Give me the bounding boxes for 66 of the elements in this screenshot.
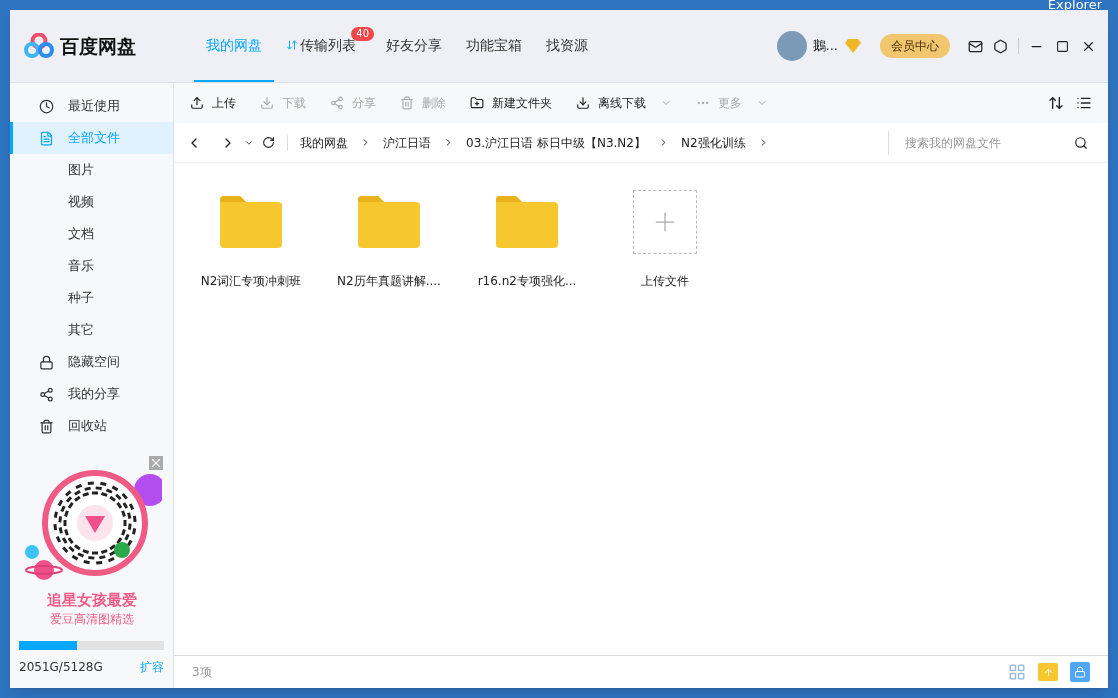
sidebar-item-icon [39, 354, 54, 370]
sidebar-item[interactable]: 最近使用 [10, 90, 173, 122]
sidebar-item-icon [39, 98, 54, 114]
item-count: 3项 [192, 664, 212, 681]
toolbar-icon [400, 96, 414, 110]
toolbar-button[interactable]: 新建文件夹 [470, 94, 552, 112]
search-field[interactable]: 搜索我的网盘文件 [905, 133, 1074, 152]
count-badge: 40 [351, 27, 374, 41]
settings-icon[interactable] [993, 38, 1008, 54]
user-avatar[interactable] [776, 31, 807, 61]
toolbar-icon [260, 96, 274, 110]
folder-icon [358, 196, 420, 248]
search-icon[interactable] [1074, 135, 1088, 150]
transfer-icon [286, 39, 298, 51]
mail-icon[interactable] [968, 38, 983, 54]
breadcrumb-link[interactable]: 沪江日语 [383, 133, 431, 152]
sidebar-item-icon [39, 418, 54, 434]
file-name: r16.n2专项强化... [477, 273, 577, 290]
cloud-logo-icon [24, 33, 54, 59]
toolbar-button[interactable]: 离线下载 [576, 94, 672, 112]
list-view-icon[interactable] [1076, 95, 1092, 111]
sidebar-item[interactable]: 视频 [10, 186, 173, 218]
folder-icon [496, 196, 558, 248]
file-tile[interactable]: 上传文件 [610, 190, 720, 290]
refresh-icon[interactable] [262, 136, 275, 149]
sort-icon[interactable] [1048, 95, 1064, 111]
folder-icon [220, 196, 282, 248]
toolbar-button[interactable]: 上传 [190, 94, 236, 112]
breadcrumb-link[interactable]: N2强化训练 [680, 133, 746, 152]
file-tile[interactable]: N2历年真题讲解.... [334, 190, 444, 290]
toolbar-icon [576, 96, 590, 110]
promo-title: 追星女孩最爱 [46, 590, 137, 610]
breadcrumb-link[interactable]: 我的网盘 [300, 133, 348, 152]
nav-tab[interactable]: 功能宝箱 [454, 10, 534, 82]
sidebar-item-icon [39, 130, 54, 146]
sidebar-item[interactable]: 图片 [10, 154, 173, 186]
breadcrumb-link[interactable]: 03.沪江日语 标日中级【N3.N2】 [466, 133, 646, 152]
app-logo-text: 百度网盘 [60, 33, 136, 59]
diamond-badge-icon [844, 38, 862, 54]
upload-tile[interactable] [633, 190, 697, 254]
sidebar-item-icon [39, 386, 54, 402]
nav-tab[interactable]: 找资源 [534, 10, 600, 82]
file-name: 上传文件 [641, 273, 689, 290]
sidebar-item[interactable]: 我的分享 [10, 378, 173, 410]
sidebar-item[interactable]: 回收站 [10, 410, 173, 442]
vip-center-button[interactable]: 会员中心 [880, 34, 950, 58]
promo-subtitle: 爱豆高清图精选 [49, 611, 134, 628]
storage-usage: 2051G/5128G [19, 659, 103, 676]
toolbar-icon [190, 96, 204, 110]
sidebar-item[interactable]: 音乐 [10, 250, 173, 282]
desktop-icon-label: Explorer [1047, 0, 1102, 14]
lock-icon[interactable] [1070, 662, 1090, 682]
file-tile[interactable]: N2词汇专项冲刺班 [196, 190, 306, 290]
user-name[interactable]: 鵝... [812, 36, 838, 56]
sidebar-item[interactable]: 种子 [10, 282, 173, 314]
nav-tab[interactable]: 传输列表 40 [274, 10, 374, 82]
sidebar-item[interactable]: 文档 [10, 218, 173, 250]
maximize-icon[interactable] [1056, 39, 1069, 53]
sidebar-item[interactable]: 其它 [10, 314, 173, 346]
toolbar-icon [330, 96, 344, 110]
file-name: N2词汇专项冲刺班 [200, 273, 302, 290]
nav-tab[interactable]: 好友分享 [374, 10, 454, 82]
toolbar-icon [470, 96, 484, 110]
sidebar-item[interactable]: 隐藏空间 [10, 346, 173, 378]
file-name: N2历年真题讲解.... [337, 273, 441, 290]
file-tile[interactable]: r16.n2专项强化... [472, 190, 582, 290]
